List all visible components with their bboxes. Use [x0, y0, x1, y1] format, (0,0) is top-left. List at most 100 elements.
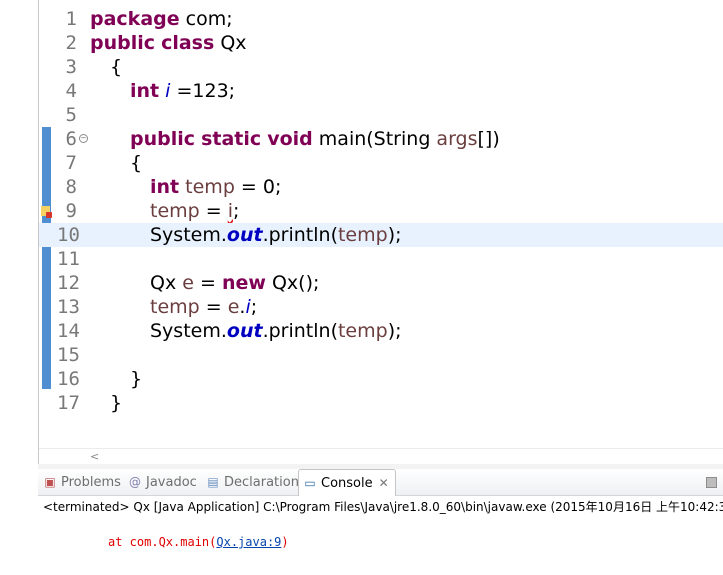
- code-line-8[interactable]: 8 int temp = 0;: [39, 175, 723, 199]
- code-line-17[interactable]: 17 }: [39, 391, 723, 415]
- line-number: 10: [57, 224, 80, 246]
- code-text: int i =123;: [130, 79, 235, 103]
- line-number: 3: [65, 56, 77, 78]
- code-token: = 0;: [234, 176, 282, 198]
- code-text: temp = i;: [150, 199, 239, 223]
- horizontal-scrollbar[interactable]: <: [39, 448, 723, 465]
- line-number: 14: [57, 320, 80, 342]
- code-token: new: [221, 272, 266, 294]
- code-text: {: [130, 151, 142, 175]
- code-token: out: [226, 224, 263, 246]
- code-text: System.out.println(temp);: [150, 319, 402, 343]
- tab-label: Console: [321, 476, 373, 491]
- tab-console[interactable]: ▭ Console ✕: [298, 469, 396, 496]
- line-number: 5: [65, 104, 77, 126]
- code-token: main(String: [312, 128, 437, 150]
- code-text: int temp = 0;: [150, 175, 281, 199]
- problems-icon: ▣: [44, 475, 56, 489]
- code-text: }: [110, 391, 122, 415]
- code-line-1[interactable]: 1 package com;: [39, 7, 723, 31]
- code-token: args: [436, 128, 478, 150]
- tab-problems[interactable]: ▣ Problems: [43, 469, 121, 495]
- tab-declaration[interactable]: ▤ Declaration: [206, 469, 299, 495]
- code-line-14[interactable]: 14 System.out.println(temp);: [39, 319, 723, 343]
- line-number: 17: [57, 392, 80, 414]
- code-token: .println(: [262, 320, 338, 342]
- console-status-line: <terminated> Qx [Java Application] C:\Pr…: [43, 500, 723, 514]
- code-text: public class Qx: [90, 31, 247, 55]
- code-token: int: [130, 80, 160, 102]
- code-token: Qx: [214, 32, 247, 54]
- tab-javadoc[interactable]: @ Javadoc: [128, 469, 197, 495]
- code-line-9[interactable]: 9 temp = i;: [39, 199, 723, 223]
- line-number: 16: [57, 368, 80, 390]
- trace-source-link[interactable]: Qx.java:9: [216, 535, 281, 549]
- code-text: {: [110, 55, 122, 79]
- code-token: []): [477, 128, 500, 150]
- scroll-left-icon[interactable]: <: [90, 450, 99, 463]
- close-icon[interactable]: ✕: [379, 476, 389, 490]
- code-line-3[interactable]: 3 {: [39, 55, 723, 79]
- code-token: ;: [233, 200, 240, 222]
- code-line-10-current[interactable]: 10 System.out.println(temp);: [39, 223, 723, 247]
- line-number: 6: [65, 128, 77, 150]
- line-number: 12: [57, 272, 80, 294]
- code-editor[interactable]: 1 package com; 2 public class Qx 3 { 4 i…: [39, 0, 723, 448]
- code-token: {: [110, 56, 123, 78]
- fold-minus-icon[interactable]: −: [79, 134, 88, 143]
- code-token: out: [226, 320, 263, 342]
- tab-label: Javadoc: [146, 475, 197, 490]
- code-line-12[interactable]: 12 Qx e = new Qx();: [39, 271, 723, 295]
- code-token: e: [227, 296, 240, 318]
- line-number: 9: [65, 200, 77, 222]
- line-number: 7: [65, 152, 77, 174]
- console-icon: ▭: [304, 476, 316, 490]
- error-marker-icon[interactable]: [41, 206, 52, 218]
- code-text: Qx e = new Qx();: [150, 271, 319, 295]
- tab-label: Problems: [61, 475, 121, 490]
- code-token: =123;: [170, 80, 236, 102]
- code-text: package com;: [90, 7, 233, 31]
- console-output: at com.Qx.main(Qx.java:9): [108, 535, 289, 549]
- code-token: static: [201, 128, 262, 150]
- code-token: );: [387, 320, 402, 342]
- code-line-16[interactable]: 16 }: [39, 367, 723, 391]
- console-panel: ▣ Problems @ Javadoc ▤ Declaration ▭ Console…: [38, 469, 723, 575]
- code-token: }: [110, 392, 123, 414]
- code-token: =: [193, 272, 222, 294]
- code-line-7[interactable]: 7 {: [39, 151, 723, 175]
- code-token: System.: [150, 320, 227, 342]
- code-token: temp: [150, 296, 200, 318]
- minimize-view-button[interactable]: [706, 477, 717, 488]
- left-frame: [0, 0, 38, 575]
- code-line-2[interactable]: 2 public class Qx: [39, 31, 723, 55]
- line-number: 15: [57, 344, 80, 366]
- code-token: public: [130, 128, 196, 150]
- code-line-15[interactable]: 15: [39, 343, 723, 367]
- javadoc-icon: @: [129, 475, 141, 489]
- trace-text: ): [281, 535, 289, 549]
- code-text: }: [130, 367, 142, 391]
- line-number: 1: [65, 8, 77, 30]
- code-token: .println(: [262, 224, 338, 246]
- code-token: public: [90, 32, 156, 54]
- code-token: class: [161, 32, 215, 54]
- code-token: }: [130, 368, 143, 390]
- code-line-5[interactable]: 5: [39, 103, 723, 127]
- code-token: void: [267, 128, 313, 150]
- line-number: 2: [65, 32, 77, 54]
- code-lines: 1 package com; 2 public class Qx 3 { 4 i…: [39, 7, 723, 415]
- code-token: Qx: [150, 272, 183, 294]
- code-line-13[interactable]: 13 temp = e.i;: [39, 295, 723, 319]
- code-line-6[interactable]: 6 − public static void main(String args[…: [39, 127, 723, 151]
- code-line-4[interactable]: 4 int i =123;: [39, 79, 723, 103]
- code-token: Qx();: [265, 272, 320, 294]
- code-text: public static void main(String args[]): [130, 127, 500, 151]
- code-token: temp: [185, 176, 235, 198]
- code-token: );: [387, 224, 402, 246]
- line-number: 13: [57, 296, 80, 318]
- code-token: =: [199, 296, 228, 318]
- code-line-11[interactable]: 11: [39, 247, 723, 271]
- view-tab-bar: ▣ Problems @ Javadoc ▤ Declaration ▭ Console…: [38, 469, 723, 496]
- code-token: temp: [337, 320, 388, 342]
